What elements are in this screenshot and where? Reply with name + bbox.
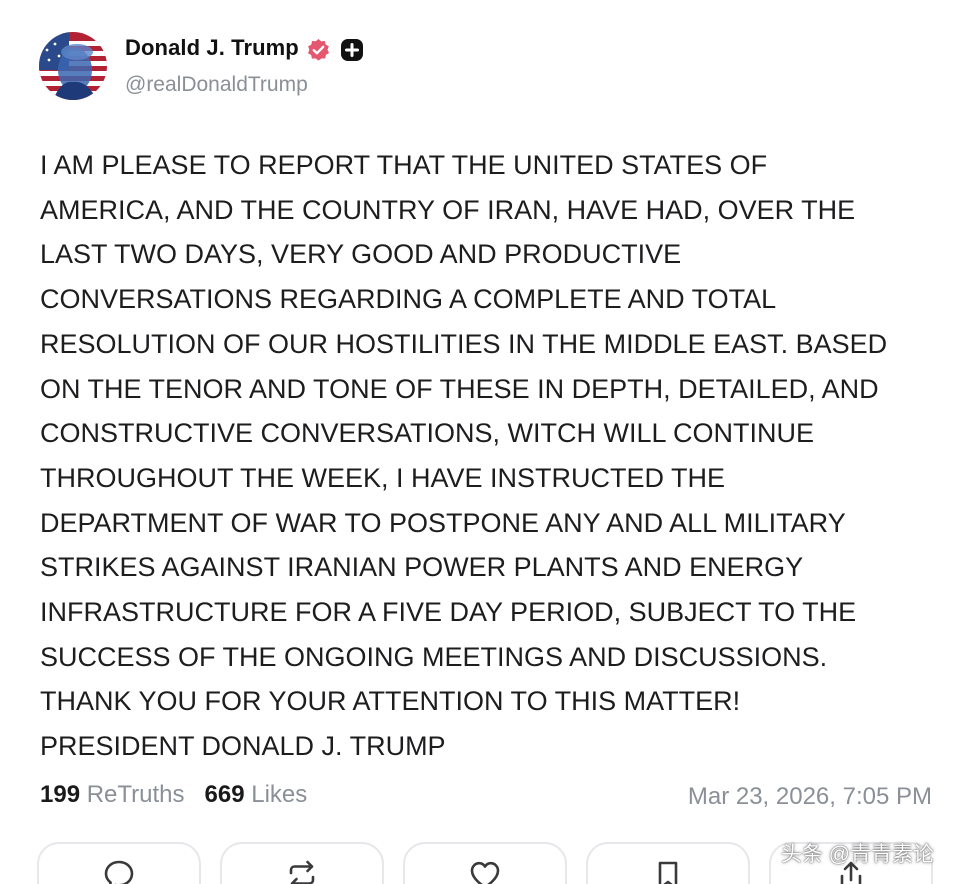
likes-count: 669 xyxy=(204,781,245,808)
flag-portrait-avatar-icon xyxy=(39,32,107,100)
post-stats: 199 ReTruths 669 Likes xyxy=(40,781,307,809)
post-text-line: THROUGHOUT THE WEEK, I HAVE INSTRUCTED T… xyxy=(40,462,726,493)
post-text-line: RESOLUTION OF OUR HOSTILITIES IN THE MID… xyxy=(40,328,888,359)
likes-label: Likes xyxy=(251,781,308,808)
post-text-line: SUCCESS OF THE ONGOING MEETINGS AND DISC… xyxy=(40,641,828,672)
display-name[interactable]: Donald J. Trump xyxy=(125,35,299,61)
post-text-line: INFRASTRUCTURE FOR A FIVE DAY PERIOD, SU… xyxy=(40,597,857,628)
watermark: 头条 @青青素论 xyxy=(780,843,934,866)
post-text: I AM PLEASE TO REPORT THAT THE UNITED ST… xyxy=(40,143,940,769)
plus-badge-icon xyxy=(341,39,363,61)
post-text-line: STRIKES AGAINST IRANIAN POWER PLANTS AND… xyxy=(40,552,804,583)
avatar[interactable] xyxy=(39,32,107,100)
like-button[interactable] xyxy=(403,842,567,884)
user-handle[interactable]: @realDonaldTrump xyxy=(125,73,308,97)
verified-badge-icon xyxy=(308,39,329,61)
post-text-line: AMERICA, AND THE COUNTRY OF IRAN, HAVE H… xyxy=(40,194,856,225)
retruth-button[interactable] xyxy=(220,842,384,884)
post-text-line: DEPARTMENT OF WAR TO POSTPONE ANY AND AL… xyxy=(40,507,846,538)
reply-button[interactable] xyxy=(37,842,201,884)
bookmark-button[interactable] xyxy=(586,842,750,884)
bookmark-icon xyxy=(658,861,678,884)
post-text-line: PRESIDENT DONALD J. TRUMP xyxy=(40,731,446,762)
truth-post: Donald J. Trump @realDonaldTrump I AM PL… xyxy=(0,0,958,884)
post-text-line: THANK YOU FOR YOUR ATTENTION TO THIS MAT… xyxy=(40,686,741,717)
post-text-line: I AM PLEASE TO REPORT THAT THE UNITED ST… xyxy=(40,150,768,180)
retruth-icon xyxy=(289,860,315,884)
post-text-line: LAST TWO DAYS, VERY GOOD AND PRODUCTIVE xyxy=(40,239,682,270)
post-text-line: CONSTRUCTIVE CONVERSATIONS, WITCH WILL C… xyxy=(40,418,815,449)
retruths-label: ReTruths xyxy=(86,781,185,808)
like-icon xyxy=(470,861,500,884)
likes-stat[interactable]: 669 Likes xyxy=(205,781,308,808)
post-text-line: CONVERSATIONS REGARDING A COMPLETE AND T… xyxy=(40,284,777,315)
retruths-count: 199 xyxy=(40,781,81,808)
post-timestamp[interactable]: Mar 23, 2026, 7:05 PM xyxy=(688,783,932,811)
retruths-stat[interactable]: 199 ReTruths xyxy=(40,781,185,808)
reply-icon xyxy=(104,860,134,884)
post-text-line: ON THE TENOR AND TONE OF THESE IN DEPTH,… xyxy=(40,373,879,404)
